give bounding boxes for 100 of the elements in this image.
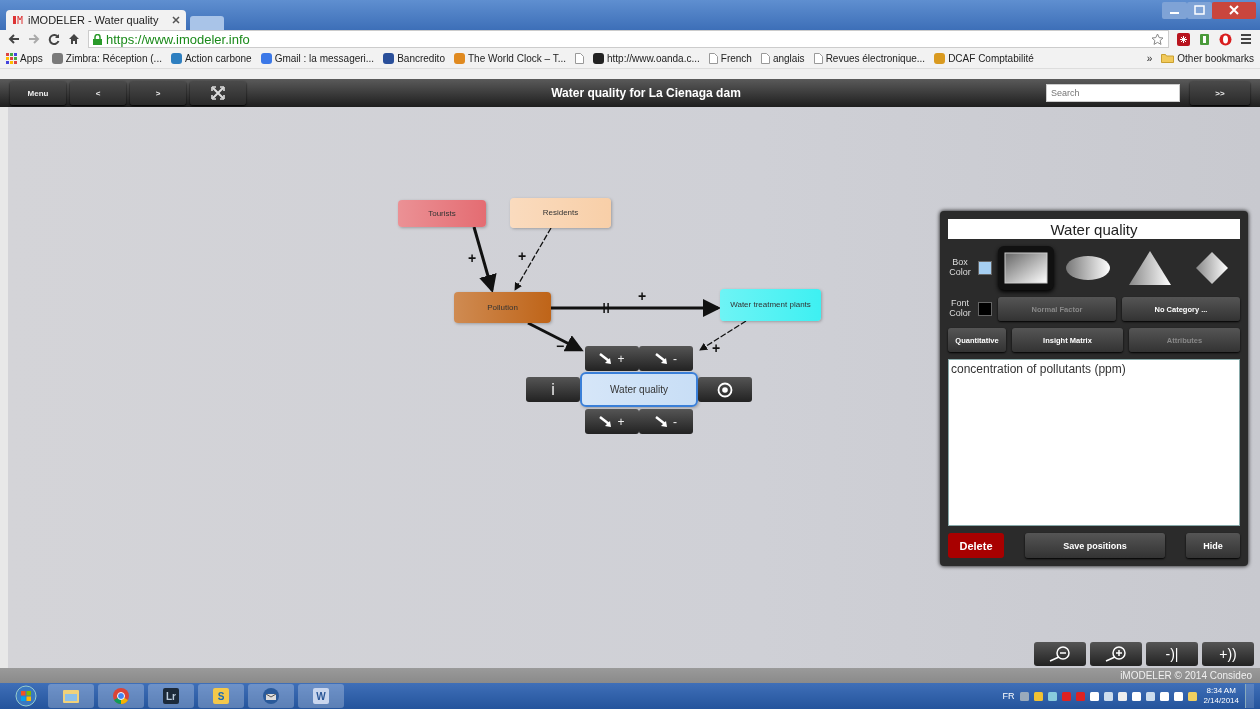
address-bar[interactable]: https://www.imodeler.info xyxy=(88,30,1169,48)
zoom-in-icon xyxy=(1105,646,1127,662)
clock-date: 2/14/2014 xyxy=(1203,696,1239,706)
rectangle-shape-icon xyxy=(1003,249,1049,287)
folder-icon xyxy=(62,688,80,704)
factor-node[interactable]: Water treatment plants xyxy=(720,289,821,321)
spacing-button[interactable]: +)) xyxy=(1202,642,1254,666)
arrow-icon xyxy=(655,352,669,365)
add-link-button[interactable]: + xyxy=(585,409,639,434)
page-icon xyxy=(760,52,770,64)
description-field[interactable]: concentration of pollutants (ppm) xyxy=(948,359,1240,526)
bookmark[interactable]: anglais xyxy=(760,52,805,64)
page-icon xyxy=(708,52,718,64)
mail-icon xyxy=(262,687,280,705)
bookmark[interactable]: Revues électronique... xyxy=(813,52,926,64)
add-link-button[interactable]: + xyxy=(585,346,639,371)
menu-icon[interactable] xyxy=(1240,33,1252,45)
panel-button[interactable]: Save positions xyxy=(1025,533,1165,558)
bookmark[interactable] xyxy=(574,52,584,64)
add-link-button[interactable]: - xyxy=(639,346,693,371)
extension-icon[interactable] xyxy=(1177,32,1190,46)
page-icon xyxy=(813,52,823,64)
model-title: Water quality for La Cienaga dam xyxy=(550,86,742,100)
triangle-shape-icon xyxy=(1127,249,1173,287)
bookmark[interactable]: Zimbra: Réception (... xyxy=(51,52,162,64)
bookmark[interactable]: Bancredito xyxy=(383,52,445,64)
info-button[interactable]: i xyxy=(526,377,580,402)
search-button[interactable]: >> xyxy=(1190,81,1250,105)
focus-button[interactable] xyxy=(698,377,752,402)
clock-time: 8:34 AM xyxy=(1205,686,1237,696)
link-sign: + xyxy=(637,288,647,304)
bookmark[interactable]: DCAF Comptabilité xyxy=(934,52,1034,64)
arrow-icon xyxy=(599,415,614,428)
back-icon[interactable] xyxy=(8,33,20,45)
arrow-icon xyxy=(599,352,614,365)
box-color-label: Box Color xyxy=(948,258,972,278)
language-indicator[interactable]: FR xyxy=(1002,691,1015,701)
target-icon xyxy=(717,381,733,398)
zoom-out-icon xyxy=(1049,646,1071,662)
app-icon: W xyxy=(313,688,329,704)
link-arrow[interactable] xyxy=(527,321,584,352)
bookmark[interactable]: Action carbone xyxy=(170,52,252,64)
factor-name-field[interactable]: Water quality xyxy=(948,219,1240,239)
shape-option[interactable] xyxy=(998,246,1054,290)
taskbar-app[interactable] xyxy=(48,684,94,708)
delete-button[interactable]: Delete xyxy=(948,533,1004,558)
star-icon[interactable] xyxy=(1151,32,1164,46)
bookmark[interactable]: Apps xyxy=(6,52,43,64)
factor-node[interactable]: Water quality xyxy=(580,372,698,407)
panel-button[interactable]: Hide xyxy=(1186,533,1240,558)
add-link-button[interactable]: - xyxy=(639,409,693,434)
lock-icon xyxy=(93,33,102,45)
reload-icon[interactable] xyxy=(48,33,60,45)
app-icon: Lr xyxy=(163,688,179,704)
search-field[interactable]: Search xyxy=(1046,84,1180,102)
home-icon[interactable] xyxy=(68,33,80,45)
close-icon[interactable] xyxy=(1212,2,1256,19)
browser-tab[interactable]: iMODELER - Water quality xyxy=(6,10,186,30)
bookmark[interactable]: Other bookmarks xyxy=(1161,52,1254,64)
page-icon xyxy=(574,52,584,64)
link-sign: − xyxy=(555,338,565,354)
factor-node[interactable]: Tourists xyxy=(398,200,486,227)
taskbar-app[interactable] xyxy=(248,684,294,708)
arrow-icon xyxy=(655,415,669,428)
spacing-button[interactable]: -)| xyxy=(1146,642,1198,666)
extension-icon[interactable] xyxy=(1198,32,1211,46)
windows-logo-icon xyxy=(15,685,37,707)
link-sign: + xyxy=(467,250,477,266)
browser-icon xyxy=(112,687,130,705)
folder-icon xyxy=(1161,53,1175,63)
app-icon: S xyxy=(213,688,229,704)
bookmark[interactable]: http://www.oanda.c... xyxy=(592,52,700,64)
apps-grid-icon xyxy=(6,52,17,64)
bookmarks-overflow[interactable]: » xyxy=(1146,52,1153,64)
toolbar-button[interactable]: > xyxy=(130,81,186,105)
clock[interactable]: 8:34 AM 2/14/2014 xyxy=(1203,686,1239,706)
fit-view-button[interactable] xyxy=(190,81,246,105)
app-logo-icon xyxy=(12,15,24,25)
toolbar-button[interactable]: < xyxy=(70,81,126,105)
minimize-icon[interactable] xyxy=(1162,2,1187,19)
box-color-swatch[interactable] xyxy=(978,261,992,275)
link-arrow[interactable] xyxy=(514,227,552,291)
link-sign: + xyxy=(517,248,527,264)
bookmark[interactable]: French xyxy=(708,52,752,64)
zoom-out-button[interactable] xyxy=(1034,642,1086,666)
font-color-swatch[interactable] xyxy=(978,302,992,316)
taskbar-app[interactable]: W xyxy=(298,684,344,708)
factor-node[interactable]: Pollution xyxy=(454,292,551,323)
factor-node[interactable]: Residents xyxy=(510,198,611,228)
link-arrow[interactable] xyxy=(551,299,721,317)
zoom-in-button[interactable] xyxy=(1090,642,1142,666)
taskbar-app[interactable]: Lr xyxy=(148,684,194,708)
extension-icon[interactable] xyxy=(1219,32,1232,46)
taskbar-app[interactable]: S xyxy=(198,684,244,708)
bookmark[interactable]: The World Clock – T... xyxy=(453,52,566,64)
close-icon[interactable] xyxy=(172,16,180,24)
link-sign: + xyxy=(711,340,721,356)
bookmark[interactable]: Gmail : la messageri... xyxy=(260,52,375,64)
link-arrow[interactable] xyxy=(699,320,747,351)
toolbar-button[interactable]: Menu xyxy=(10,81,66,105)
